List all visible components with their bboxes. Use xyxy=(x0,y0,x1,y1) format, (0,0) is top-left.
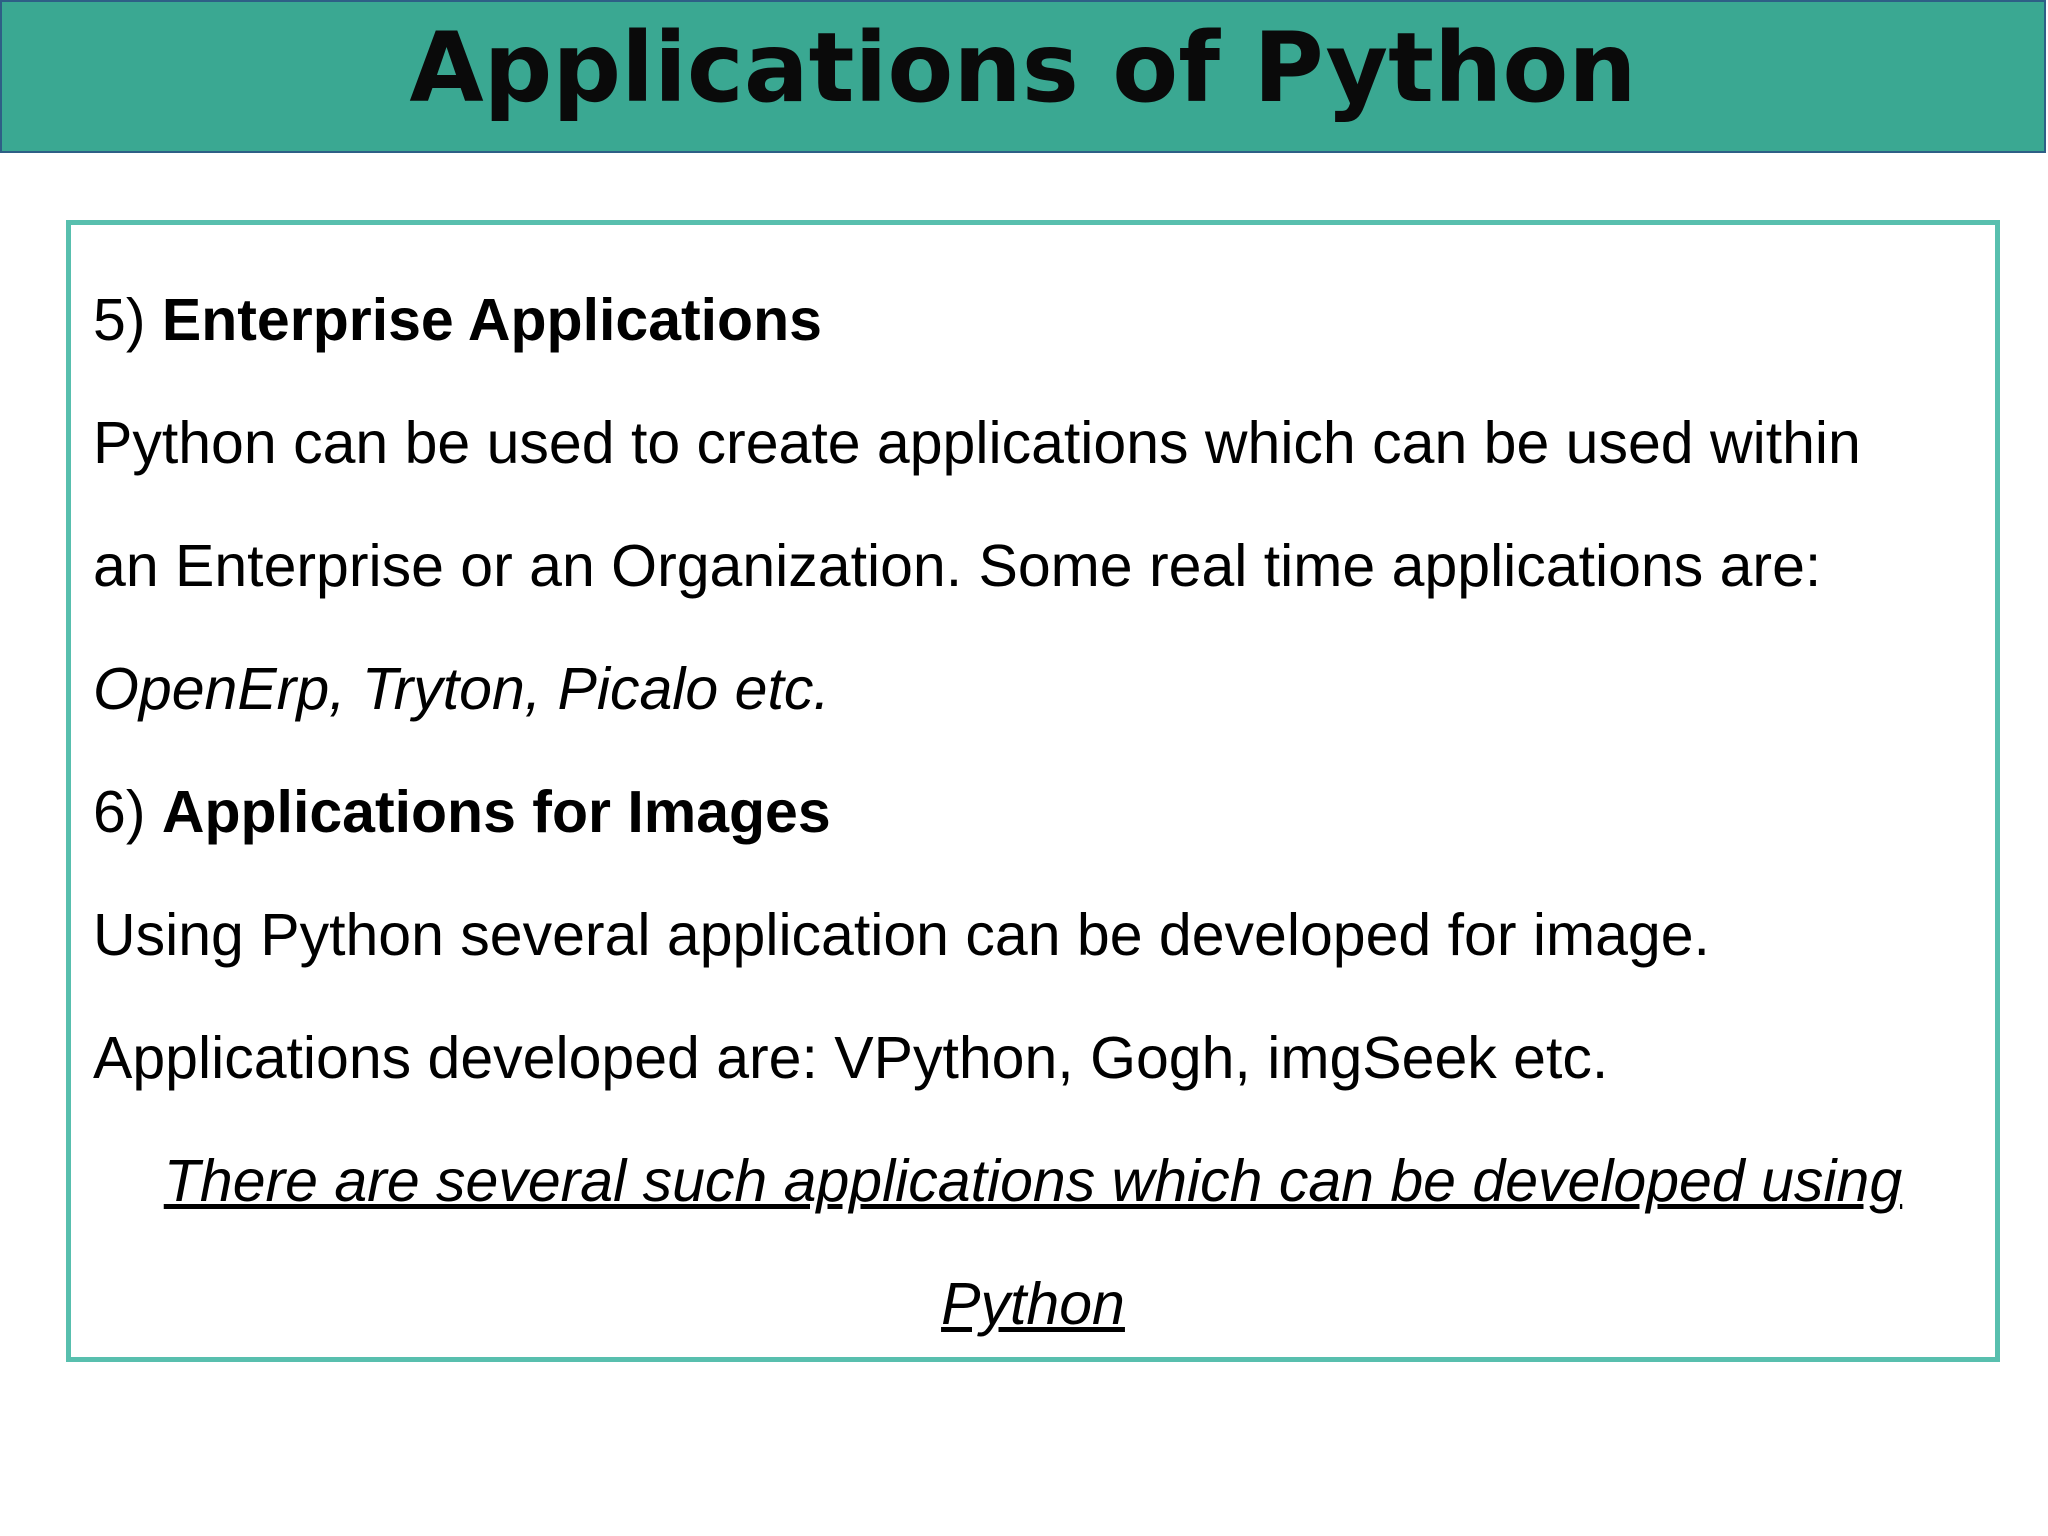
section-5-heading-line: 5) Enterprise Applications xyxy=(93,259,1995,382)
section-6-heading: Applications for Images xyxy=(161,779,831,845)
closing-line-2: Python xyxy=(93,1243,1995,1366)
section-5-body-line-2: an Enterprise or an Organization. Some r… xyxy=(93,533,1822,599)
closing-line-1: There are several such applications whic… xyxy=(93,1120,1995,1243)
section-5-heading: Enterprise Applications xyxy=(161,287,822,353)
content-box: 5) Enterprise Applications Python can be… xyxy=(66,220,2000,1362)
section-5-examples: OpenErp, Tryton, Picalo etc. xyxy=(93,656,830,722)
section-6-heading-line: 6) Applications for Images xyxy=(93,751,1995,874)
section-5-body-line-1: Python can be used to create application… xyxy=(93,410,1861,476)
section-6-body-line-2: Applications developed are: VPython, Gog… xyxy=(93,1025,1609,1091)
closing-text-1: There are several such applications whic… xyxy=(163,1148,1903,1214)
section-6-body-line-1: Using Python several application can be … xyxy=(93,902,1710,968)
slide-title-bar: Applications of Python xyxy=(0,0,2046,153)
slide-title: Applications of Python xyxy=(409,11,1637,124)
section-6-number: 6) xyxy=(93,779,146,845)
closing-text-2: Python xyxy=(941,1271,1125,1337)
section-5-number: 5) xyxy=(93,287,146,353)
